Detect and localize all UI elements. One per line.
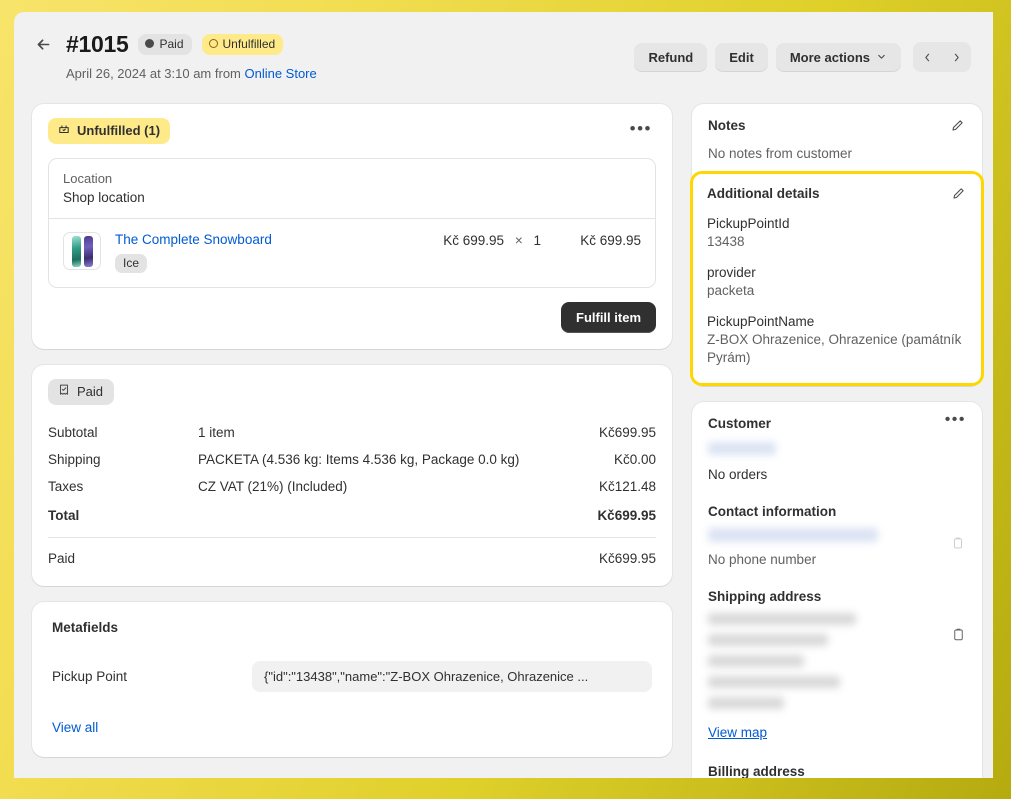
contact-information-title: Contact information [708, 504, 837, 519]
customer-orders-text: No orders [708, 467, 768, 482]
payment-summary-table: Subtotal 1 item Kč699.95 Shipping PACKET… [48, 419, 656, 537]
summary-label: Subtotal [48, 425, 98, 440]
copy-email-icon[interactable] [951, 536, 966, 551]
main-column: Unfulfilled (1) ••• Location Shop locati… [32, 104, 672, 778]
customer-phone-text: No phone number [708, 552, 817, 567]
payment-status-label: Paid [77, 384, 104, 399]
fulfillment-card: Unfulfilled (1) ••• Location Shop locati… [32, 104, 672, 349]
field-key: PickupPointName [707, 314, 815, 329]
customer-name-redacted [708, 442, 776, 455]
metafield-value-input[interactable]: {"id":"13438","name":"Z-BOX Ohrazenice, … [252, 661, 652, 692]
field-value: Z-BOX Ohrazenice, Ohrazenice (památník P… [707, 332, 962, 365]
app-window: #1015 Paid Unfulfilled April 26, 2024 at… [14, 12, 993, 778]
shipping-address-line-redacted [708, 613, 856, 625]
summary-detail: CZ VAT (21%) (Included) [198, 479, 348, 494]
line-item-variant-badge: Ice [115, 254, 148, 273]
summary-amount: Kč121.48 [598, 479, 656, 494]
payment-status-badge: Paid [48, 379, 115, 405]
summary-label: Shipping [48, 452, 101, 467]
shipping-address-line-redacted [708, 676, 840, 688]
line-item-row: The Complete Snowboard Ice Kč 699.95 × 1… [49, 219, 655, 287]
total-detail [198, 500, 585, 537]
total-label: Total [48, 508, 80, 523]
table-row: Subtotal 1 item Kč699.95 [48, 419, 656, 446]
fulfillment-more-icon[interactable]: ••• [626, 120, 656, 143]
location-label: Location [63, 171, 113, 186]
summary-detail: 1 item [198, 425, 235, 440]
fulfillment-status-badge: Unfulfilled (1) [48, 118, 171, 144]
package-icon [57, 122, 71, 139]
snowboard-image-a [72, 236, 81, 267]
field-value: 13438 [707, 234, 745, 249]
payment-card: Paid Subtotal 1 item Kč699.95 Shipping P… [32, 365, 672, 586]
paid-table: Paid Kč699.95 [48, 538, 656, 570]
metafields-view-all-link[interactable]: View all [52, 720, 98, 735]
field-key: provider [707, 265, 756, 280]
location-value: Shop location [63, 190, 145, 205]
shipping-address-line-redacted [708, 697, 784, 709]
field-key: PickupPointId [707, 216, 790, 231]
summary-label: Taxes [48, 479, 84, 494]
customer-title: Customer [708, 416, 772, 431]
additional-detail-field: provider packeta [707, 265, 967, 300]
side-column: Notes No notes from customer Additional … [690, 104, 984, 778]
summary-detail: PACKETA (4.536 kg: Items 4.536 kg, Packa… [198, 452, 520, 467]
receipt-check-icon [57, 383, 71, 400]
view-map-link[interactable]: View map [708, 725, 767, 740]
edit-pencil-icon[interactable] [950, 118, 966, 134]
customer-email-redacted [708, 528, 878, 542]
billing-address-title: Billing address [708, 764, 805, 778]
metafields-card: Metafields Pickup Point {"id":"13438","n… [32, 602, 672, 757]
total-amount: Kč699.95 [597, 508, 656, 523]
line-item-unit-price: Kč 699.95 [443, 233, 505, 248]
additional-detail-field: PickupPointName Z-BOX Ohrazenice, Ohraze… [707, 314, 967, 367]
multiply-symbol: × [514, 233, 523, 248]
fulfill-item-button[interactable]: Fulfill item [561, 302, 656, 333]
table-row: Shipping PACKETA (4.536 kg: Items 4.536 … [48, 446, 656, 473]
shipping-address-block [708, 613, 966, 709]
shipping-address-line-redacted [708, 655, 804, 667]
shipping-address-line-redacted [708, 634, 828, 646]
customer-more-icon[interactable]: ••• [945, 412, 966, 428]
product-thumbnail [63, 232, 101, 270]
notes-section: Notes No notes from customer [692, 104, 982, 171]
fulfillment-status-label: Unfulfilled (1) [77, 123, 161, 138]
snowboard-image-b [84, 236, 93, 267]
paid-label: Paid [48, 551, 76, 566]
paid-amount: Kč699.95 [598, 551, 656, 566]
copy-address-icon[interactable] [951, 627, 966, 642]
metafields-title: Metafields [52, 620, 119, 635]
summary-amount: Kč0.00 [613, 452, 656, 467]
location-block: Location Shop location [49, 159, 655, 219]
notes-card: Notes No notes from customer Additional … [690, 104, 984, 386]
line-item-quantity: 1 [533, 233, 541, 248]
customer-card: Customer ••• No orders Contact informati… [692, 402, 982, 778]
additional-details-section: Additional details PickupPointId 13438 p… [690, 171, 984, 386]
fulfillment-details-box: Location Shop location The Complete Snow… [48, 158, 656, 288]
line-item-total: Kč 699.95 [580, 233, 641, 248]
metafield-key: Pickup Point [52, 669, 128, 684]
edit-pencil-icon[interactable] [951, 186, 967, 202]
summary-amount: Kč699.95 [598, 425, 656, 440]
additional-detail-field: PickupPointId 13438 [707, 216, 967, 251]
table-row: Paid Kč699.95 [48, 538, 656, 570]
field-value: packeta [707, 283, 755, 298]
notes-title: Notes [708, 118, 746, 133]
line-item-title-link[interactable]: The Complete Snowboard [115, 232, 443, 247]
additional-details-title: Additional details [707, 186, 820, 201]
line-item-price: Kč 699.95 × 1 [443, 232, 567, 248]
metafield-row: Pickup Point {"id":"13438","name":"Z-BOX… [52, 661, 652, 692]
shipping-address-title: Shipping address [708, 589, 822, 604]
table-row-total: Total Kč699.95 [48, 500, 656, 537]
notes-empty-text: No notes from customer [708, 146, 853, 161]
table-row: Taxes CZ VAT (21%) (Included) Kč121.48 [48, 473, 656, 500]
